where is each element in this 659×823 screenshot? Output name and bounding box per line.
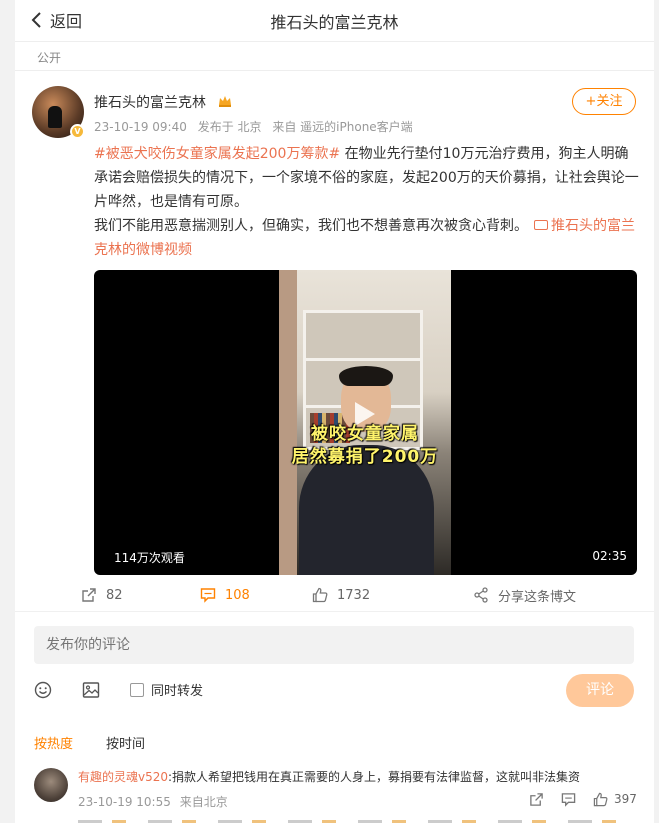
video-duration: 02:35: [592, 549, 627, 563]
crown-icon: [219, 96, 231, 107]
comment-body: :捐款人希望把钱用在真正需要的人身上，募捐要有法律监督，这就叫非法集资: [168, 770, 581, 784]
repost-button[interactable]: 82: [81, 583, 123, 607]
repost-checkbox-label: 同时转发: [151, 684, 204, 699]
video-caption-line1: 被咬女童家属: [311, 424, 419, 444]
comment-repost-icon[interactable]: [529, 792, 544, 807]
comment-button[interactable]: 108: [200, 583, 250, 607]
comment-location: 来自北京: [179, 795, 228, 809]
post-time[interactable]: 23-10-19 09:40: [94, 120, 187, 134]
comment-time: 23-10-19 10:55: [78, 795, 171, 809]
visibility-label: 公开: [37, 51, 62, 65]
video-view-count: 114万次观看: [114, 551, 185, 565]
post-detail-panel: 返回 推石头的富兰克林 公开 V 推石头的富兰克林 23-10-19 09:40…: [15, 0, 654, 823]
commenter-avatar[interactable]: [34, 768, 68, 802]
image-icon[interactable]: [82, 681, 100, 699]
video-link-icon: [534, 220, 548, 230]
tab-sort-time[interactable]: 按时间: [106, 733, 145, 752]
thumbs-up-icon: [312, 587, 328, 603]
comment-like-icon[interactable]: [593, 792, 608, 807]
share-label: 分享这条博文: [498, 589, 577, 605]
repost-icon: [82, 588, 96, 602]
share-icon: [474, 587, 488, 603]
emoji-icon[interactable]: [34, 681, 52, 699]
weibo-post-page: 返回 推石头的富兰克林 公开 V 推石头的富兰克林 23-10-19 09:40…: [0, 0, 659, 823]
comment-icon: [200, 588, 216, 603]
video-player[interactable]: 被咬女童家属 居然募捐了200万 114万次观看 02:35: [94, 270, 637, 575]
repost-checkbox[interactable]: 同时转发: [130, 680, 203, 699]
like-button[interactable]: 1732: [312, 583, 370, 607]
comment-count: 108: [225, 587, 250, 603]
next-comment-cutoff: [78, 816, 638, 823]
divider: [15, 70, 654, 71]
action-bar: 82 108 1732 分享这条博文: [15, 583, 654, 607]
comment-text: 有趣的灵魂v520:捐款人希望把钱用在真正需要的人身上，募捐要有法律监督，这就叫…: [78, 768, 580, 785]
hashtag-link[interactable]: #被恶犬咬伤女童家属发起200万筹款#: [94, 146, 340, 162]
verified-badge-icon: V: [70, 124, 85, 139]
submit-comment-button[interactable]: 评论: [566, 674, 634, 707]
commenter-name[interactable]: 有趣的灵魂v520: [78, 770, 168, 784]
comment-meta: 23-10-19 10:55 来自北京: [78, 793, 233, 810]
post-meta: 23-10-19 09:40 发布于 北京 来自 遥远的iPhone客户端: [94, 118, 420, 135]
share-button[interactable]: 分享这条博文: [473, 583, 576, 607]
checkbox-box[interactable]: [130, 682, 144, 697]
post-paragraph: 我们不能用恶意揣测别人，但确实，我们也不想善意再次被贪心背刺。 推石头的富兰克林的…: [94, 214, 639, 262]
post-body-text-2: 我们不能用恶意揣测别人，但确实，我们也不想善意再次被贪心背刺。: [94, 218, 528, 234]
follow-button[interactable]: +关注: [572, 88, 636, 115]
video-thumbnail: 被咬女童家属 居然募捐了200万: [279, 270, 451, 575]
post-location: 发布于 北京: [197, 120, 262, 134]
like-count: 1732: [337, 587, 371, 603]
comment-like-count: 397: [614, 792, 637, 806]
tab-sort-hot[interactable]: 按热度: [34, 733, 73, 752]
repost-count: 82: [106, 587, 123, 603]
divider: [15, 611, 654, 612]
page-title: 推石头的富兰克林: [270, 13, 399, 32]
top-bar: 返回 推石头的富兰克林: [15, 0, 654, 42]
post-source: 来自 遥远的iPhone客户端: [272, 120, 413, 134]
author-name[interactable]: 推石头的富兰克林: [94, 92, 206, 112]
post-text: #被恶犬咬伤女童家属发起200万筹款# 在物业先行垫付10万元治疗费用，狗主人明…: [94, 142, 639, 262]
post-paragraph: #被恶犬咬伤女童家属发起200万筹款# 在物业先行垫付10万元治疗费用，狗主人明…: [94, 142, 639, 214]
video-caption-line2: 居然募捐了200万: [291, 447, 439, 467]
comment-reply-icon[interactable]: [561, 792, 576, 807]
comment-input[interactable]: [34, 626, 634, 664]
